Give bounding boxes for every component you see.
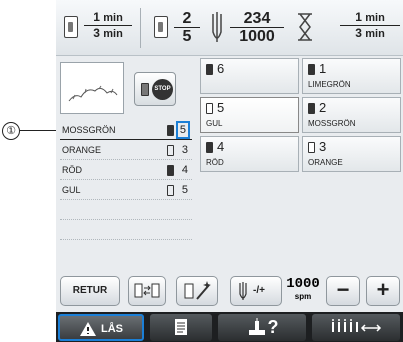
thread-name: GUL bbox=[62, 185, 81, 195]
thread-list-row-empty bbox=[60, 200, 192, 220]
callout-marker: ① bbox=[2, 122, 20, 140]
color-cell-number: 1 bbox=[319, 61, 327, 76]
thread-list-row-empty bbox=[60, 220, 192, 240]
color-cell[interactable]: 4 RÖD bbox=[200, 136, 299, 172]
sewing-machine-icon bbox=[248, 317, 265, 335]
help-button[interactable]: ? bbox=[218, 314, 306, 341]
speed-adjust-button[interactable]: -/+ bbox=[230, 276, 282, 306]
thread-number: 3 bbox=[181, 144, 188, 156]
stop-button[interactable]: STOP bbox=[134, 72, 176, 106]
speed-value: 1000 bbox=[286, 276, 320, 292]
thread-name: ORANGE bbox=[62, 145, 102, 155]
status-bar: 1 min 3 min 2 5 234 1000 1 min 3 min bbox=[56, 0, 403, 56]
time-total: 1 min 3 min bbox=[84, 10, 132, 41]
spool-icon bbox=[206, 64, 213, 75]
time-remaining: 1 min 3 min bbox=[340, 10, 400, 41]
spool-icon bbox=[167, 185, 174, 196]
color-cell-name: ORANGE bbox=[308, 158, 343, 167]
lock-label: LÅS bbox=[101, 323, 123, 335]
color-cell-name: LIMEGRÖN bbox=[308, 80, 351, 89]
spool-icon bbox=[141, 83, 149, 96]
spool-icon bbox=[167, 165, 174, 176]
color-cell-name: RÖD bbox=[206, 158, 224, 167]
needle-bar-move-icon bbox=[332, 319, 382, 333]
stitch-count-total: 1000 bbox=[239, 28, 275, 45]
spool-icon bbox=[154, 16, 168, 38]
bottom-nav: LÅS ? bbox=[56, 312, 403, 342]
color-cell-selected[interactable]: 5 GUL bbox=[200, 97, 299, 133]
spool-swap-icon bbox=[134, 283, 160, 298]
embroidery-screen: 1 min 3 min 2 5 234 1000 1 min 3 min STO… bbox=[56, 0, 403, 342]
color-cell-number: 2 bbox=[319, 100, 327, 115]
thread-number: 5 bbox=[181, 184, 188, 196]
stitch-count-current: 234 bbox=[230, 10, 284, 28]
spool-icon bbox=[167, 125, 174, 136]
color-cell[interactable]: 6 bbox=[200, 58, 299, 94]
thread-sort-button[interactable] bbox=[176, 276, 218, 306]
thread-list-row[interactable]: RÖD 4 bbox=[60, 160, 192, 180]
color-cell-name: GUL bbox=[206, 119, 223, 128]
thread-name: RÖD bbox=[62, 165, 82, 175]
spool-icon bbox=[308, 103, 315, 114]
spool-icon bbox=[308, 64, 315, 75]
time-total-num-unit: min bbox=[103, 12, 123, 24]
thread-swap-button[interactable] bbox=[128, 276, 166, 306]
time-total-den: 3 bbox=[93, 26, 100, 40]
color-count-total: 5 bbox=[182, 28, 192, 45]
color-count-current: 2 bbox=[174, 10, 200, 28]
color-cell-number: 6 bbox=[217, 61, 225, 76]
color-cell-number: 5 bbox=[217, 100, 225, 115]
retur-button[interactable]: RETUR bbox=[60, 276, 120, 306]
thread-name: MOSSGRÖN bbox=[62, 125, 116, 135]
time-total-den-unit: min bbox=[103, 28, 123, 40]
spool-icon bbox=[167, 145, 174, 156]
needle-icon bbox=[239, 282, 247, 300]
thread-number: 4 bbox=[181, 164, 188, 176]
pattern-preview-image bbox=[68, 85, 118, 102]
speed-plus-button[interactable]: + bbox=[366, 276, 400, 306]
speed-unit: spm bbox=[294, 292, 312, 301]
document-list-icon bbox=[175, 319, 187, 336]
needle-bar-button[interactable] bbox=[312, 314, 400, 341]
color-cell-number: 3 bbox=[319, 139, 327, 154]
speed-minus-button[interactable]: − bbox=[326, 276, 360, 306]
stitch-count: 234 1000 bbox=[230, 10, 284, 45]
spool-icon bbox=[308, 142, 315, 153]
help-label: ? bbox=[267, 317, 279, 337]
spool-icon bbox=[206, 142, 213, 153]
thread-list-row[interactable]: MOSSGRÖN 5 bbox=[60, 120, 192, 140]
lock-button[interactable]: LÅS bbox=[58, 314, 144, 341]
color-count: 2 5 bbox=[174, 10, 200, 45]
color-cell[interactable]: 3 ORANGE bbox=[302, 136, 401, 172]
warning-icon bbox=[80, 322, 96, 337]
time-remaining-den-unit: min bbox=[365, 28, 385, 40]
spool-icon bbox=[206, 103, 213, 114]
hourglass-icon bbox=[298, 13, 312, 41]
color-cell[interactable]: 1 LIMEGRÖN bbox=[302, 58, 401, 94]
color-cell-name: MOSSGRÖN bbox=[308, 119, 356, 128]
color-cell-number: 4 bbox=[217, 139, 225, 154]
thread-number: 5 bbox=[175, 121, 190, 139]
speed-adjust-label: -/+ bbox=[253, 285, 265, 296]
document-button[interactable] bbox=[150, 314, 212, 341]
time-remaining-den: 3 bbox=[355, 26, 362, 40]
spool-wand-icon bbox=[184, 281, 211, 300]
time-remaining-num-unit: min bbox=[365, 12, 385, 24]
speed-readout: 1000 spm bbox=[284, 276, 322, 306]
stop-icon: STOP bbox=[152, 79, 173, 100]
time-total-num: 1 bbox=[93, 10, 100, 24]
spool-clock-icon bbox=[64, 16, 78, 38]
thread-list-row[interactable]: ORANGE 3 bbox=[60, 140, 192, 160]
divider bbox=[140, 8, 141, 48]
needle-icon bbox=[212, 12, 222, 42]
color-cell[interactable]: 2 MOSSGRÖN bbox=[302, 97, 401, 133]
pattern-preview bbox=[60, 62, 124, 114]
time-remaining-num: 1 bbox=[355, 10, 362, 24]
thread-list: MOSSGRÖN 5 ORANGE 3 RÖD 4 GUL 5 bbox=[60, 120, 192, 240]
thread-list-row[interactable]: GUL 5 bbox=[60, 180, 192, 200]
